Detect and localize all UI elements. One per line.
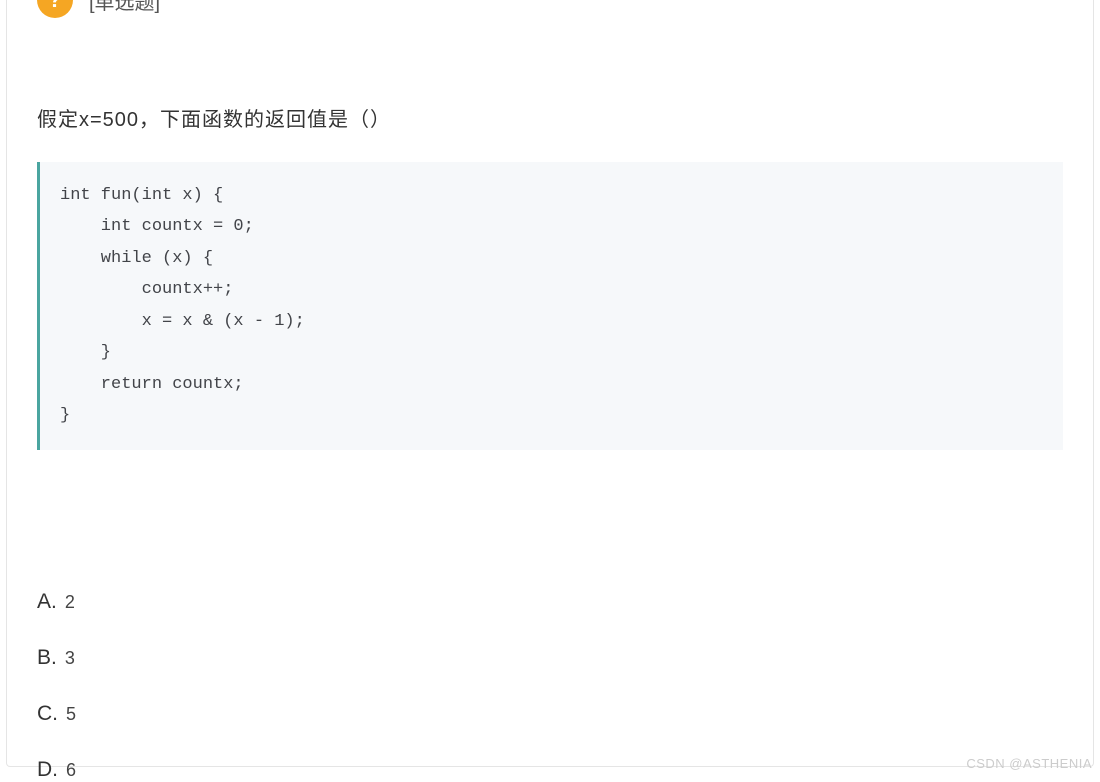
badge-glyph: ? <box>48 0 61 13</box>
option-letter: D. <box>37 758 58 782</box>
question-text: 假定x=500，下面函数的返回值是（） <box>37 103 1063 132</box>
option-value: 6 <box>66 760 76 781</box>
option-a[interactable]: A. 2 <box>37 590 1063 614</box>
question-type-label: [单选题] <box>89 0 160 15</box>
question-header: ? [单选题] <box>37 0 1063 18</box>
option-letter: B. <box>37 646 57 670</box>
options-list: A. 2 B. 3 C. 5 D. 6 <box>37 590 1063 782</box>
option-value: 5 <box>66 704 76 725</box>
option-letter: C. <box>37 702 58 726</box>
option-b[interactable]: B. 3 <box>37 646 1063 670</box>
watermark: CSDN @ASTHENIA <box>966 756 1092 771</box>
option-value: 3 <box>65 648 75 669</box>
option-value: 2 <box>65 592 75 613</box>
question-card: ? [单选题] 假定x=500，下面函数的返回值是（） int fun(int … <box>6 0 1094 767</box>
code-block: int fun(int x) { int countx = 0; while (… <box>37 162 1063 450</box>
option-d[interactable]: D. 6 <box>37 758 1063 782</box>
option-letter: A. <box>37 590 57 614</box>
option-c[interactable]: C. 5 <box>37 702 1063 726</box>
question-mark-icon: ? <box>37 0 73 18</box>
